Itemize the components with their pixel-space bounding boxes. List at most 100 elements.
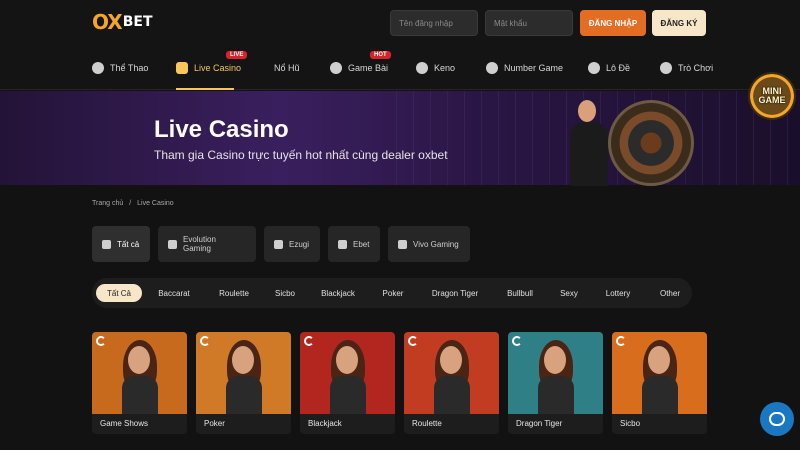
nav-item-no-hu[interactable]: Nổ Hũ (274, 58, 300, 78)
nav-label: Game Bài (348, 63, 389, 73)
provider-label: Ezugi (289, 239, 310, 249)
category-poker[interactable]: Poker (378, 284, 408, 302)
nav-item-keno[interactable]: Keno (416, 58, 455, 78)
ezugi-icon (274, 239, 283, 249)
roulette-wheel-image (608, 100, 694, 186)
nav-label: Trò Chơi (678, 63, 714, 73)
nav-label: Thể Thao (110, 63, 149, 73)
main-nav: Thể Thao Live Casino LIVE Nổ Hũ Game Bài… (0, 46, 800, 90)
nav-item-number-game[interactable]: Number Game (486, 58, 563, 78)
nav-label: Nổ Hũ (274, 63, 300, 73)
game-title: Sicbo (620, 419, 641, 428)
provider-label: Vivo Gaming (413, 239, 459, 249)
logo-bet: BET (122, 14, 153, 30)
game-card-dragon-tiger[interactable]: Dragon Tiger (508, 332, 603, 434)
dealer-image (226, 340, 262, 414)
banner-title: Live Casino (154, 116, 289, 143)
game-card-poker[interactable]: Poker (196, 332, 291, 434)
category-roulette[interactable]: Roulette (214, 284, 254, 302)
register-button[interactable]: ĐĂNG KÝ (652, 10, 706, 36)
category-bullbull[interactable]: Bullbull (502, 284, 538, 302)
active-nav-underline (176, 88, 234, 90)
game-card-blackjack[interactable]: Blackjack (300, 332, 395, 434)
banner-subtitle: Tham gia Casino trực tuyến hot nhất cùng… (154, 148, 448, 162)
breadcrumb-home[interactable]: Trang chủ (92, 200, 123, 207)
game-card-roulette[interactable]: Roulette (404, 332, 499, 434)
breadcrumb-current: Live Casino (137, 200, 174, 207)
provider-tab-ebet[interactable]: Ebet (328, 226, 380, 262)
nav-label: Lô Đề (606, 63, 631, 73)
nav-item-tro-choi[interactable]: Trò Chơi (660, 58, 713, 78)
provider-tab-all[interactable]: Tất cả (92, 226, 150, 262)
provider-label: Ebet (353, 239, 370, 249)
game-card-sicbo[interactable]: Sicbo (612, 332, 707, 434)
keno-ball-icon (416, 62, 428, 74)
dealer-image (642, 340, 678, 414)
spade-icon (330, 62, 342, 74)
category-baccarat[interactable]: Baccarat (154, 284, 194, 302)
mask-icon (176, 62, 188, 74)
live-badge: LIVE (226, 51, 248, 59)
evolution-icon (168, 239, 177, 249)
grid-icon (102, 239, 111, 249)
dealer-image (434, 340, 470, 414)
provider-tab-evolution[interactable]: Evolution Gaming (158, 226, 256, 262)
mini-game-label: MINI GAME (758, 86, 786, 105)
play-icon (96, 336, 106, 346)
password-input[interactable] (485, 10, 573, 36)
game-title: Poker (204, 419, 225, 428)
page: OX BET ĐĂNG NHẬP ĐĂNG KÝ Thể Thao Live C… (0, 0, 800, 450)
lottery-grid-icon (588, 62, 600, 74)
category-sicbo[interactable]: Sicbo (270, 284, 300, 302)
provider-label: Evolution Gaming (182, 235, 216, 253)
breadcrumb: Trang chủ / Live Casino (92, 200, 174, 207)
nav-label: Live Casino (194, 63, 242, 73)
vivo-icon (398, 239, 407, 249)
play-icon (304, 336, 314, 346)
username-input[interactable] (390, 10, 478, 36)
ebet-icon (338, 239, 347, 249)
provider-label: Tất cả (117, 239, 140, 249)
nav-item-the-thao[interactable]: Thể Thao (92, 58, 148, 78)
dealer-image (122, 340, 158, 414)
game-title: Roulette (412, 419, 442, 428)
nav-item-live-casino[interactable]: Live Casino LIVE (176, 51, 248, 78)
hot-badge: HOT (370, 51, 391, 59)
provider-tab-ezugi[interactable]: Ezugi (264, 226, 320, 262)
dealer-body (570, 122, 608, 186)
category-other[interactable]: Other (656, 284, 684, 302)
breadcrumb-separator: / (129, 200, 132, 207)
mini-game-button[interactable]: MINI GAME (748, 72, 796, 120)
site-logo[interactable]: OX BET (92, 10, 153, 34)
login-button[interactable]: ĐĂNG NHẬP (580, 10, 646, 36)
category-blackjack[interactable]: Blackjack (318, 284, 358, 302)
soccer-ball-icon (92, 62, 104, 74)
nav-item-game-bai[interactable]: Game Bài HOT (330, 51, 391, 78)
provider-tab-vivo[interactable]: Vivo Gaming (388, 226, 470, 262)
game-title: Dragon Tiger (516, 419, 563, 428)
number-wheel-icon (486, 62, 498, 74)
game-title: Game Shows (100, 419, 149, 428)
game-card-game-shows[interactable]: Game Shows (92, 332, 187, 434)
dealer-head (578, 100, 596, 122)
play-icon (200, 336, 210, 346)
game-title: Blackjack (308, 419, 342, 428)
dealer-image (538, 340, 574, 414)
nav-item-lo-de[interactable]: Lô Đề (588, 58, 630, 78)
category-all[interactable]: Tất Cả (96, 284, 142, 302)
nav-label: Number Game (504, 63, 564, 73)
gamepad-icon (660, 62, 672, 74)
category-lottery[interactable]: Lottery (600, 284, 636, 302)
category-dragon-tiger[interactable]: Dragon Tiger (430, 284, 480, 302)
nav-label: Keno (434, 63, 456, 73)
chat-support-button[interactable] (760, 402, 794, 436)
play-icon (512, 336, 522, 346)
logo-ox: OX (92, 10, 123, 34)
play-icon (616, 336, 626, 346)
play-icon (408, 336, 418, 346)
category-filter-bar: Tất Cả Baccarat Roulette Sicbo Blackjack… (92, 278, 692, 308)
dealer-image (330, 340, 366, 414)
category-sexy[interactable]: Sexy (556, 284, 582, 302)
top-bar: OX BET ĐĂNG NHẬP ĐĂNG KÝ (0, 0, 800, 46)
chat-bubble-icon (769, 412, 785, 426)
